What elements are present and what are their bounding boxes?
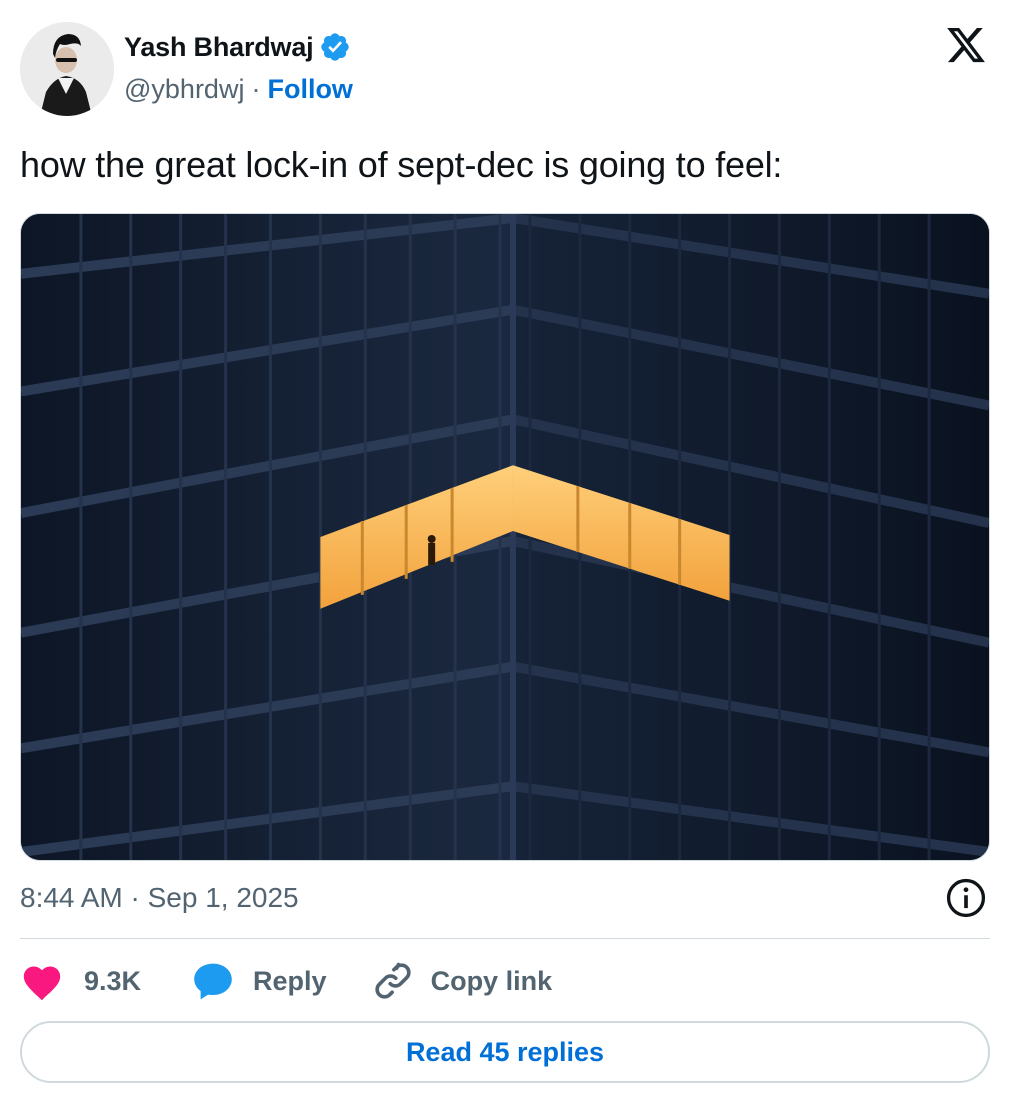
building-night-photo <box>21 214 989 860</box>
action-bar: 9.3K Reply Copy link <box>20 952 552 1010</box>
reply-label: Reply <box>253 965 327 996</box>
reply-button[interactable]: Reply <box>191 959 327 1003</box>
tweet-timestamp[interactable]: 8:44 AM · Sep 1, 2025 <box>20 882 299 914</box>
copy-link-label: Copy link <box>430 965 553 996</box>
avatar[interactable] <box>20 22 114 116</box>
tweet-media[interactable] <box>20 213 990 861</box>
reply-bubble-icon <box>194 963 232 1000</box>
follow-button[interactable]: Follow <box>267 74 352 105</box>
author-handle[interactable]: @ybhrdwj <box>124 74 244 105</box>
read-replies-button[interactable]: Read 45 replies <box>20 1021 990 1083</box>
info-icon[interactable] <box>944 876 988 920</box>
link-icon <box>374 962 411 999</box>
author-handle-row: @ybhrdwj · Follow <box>124 74 353 105</box>
like-count: 9.3K <box>84 965 142 996</box>
read-replies-label: Read 45 replies <box>405 1036 605 1067</box>
author-name[interactable]: Yash Bhardwaj <box>124 32 314 63</box>
heart-icon <box>23 966 61 1001</box>
separator-dot: · <box>251 74 261 104</box>
like-button[interactable]: 9.3K <box>20 961 141 1001</box>
author-name-row: Yash Bhardwaj <box>124 31 351 63</box>
copy-link-button[interactable]: Copy link <box>371 959 553 1003</box>
avatar-image <box>20 22 114 116</box>
divider <box>20 938 990 939</box>
x-logo-icon[interactable] <box>944 24 988 66</box>
verified-badge-icon <box>321 33 350 61</box>
tweet-text: how the great lock-in of sept-dec is goi… <box>20 144 783 185</box>
